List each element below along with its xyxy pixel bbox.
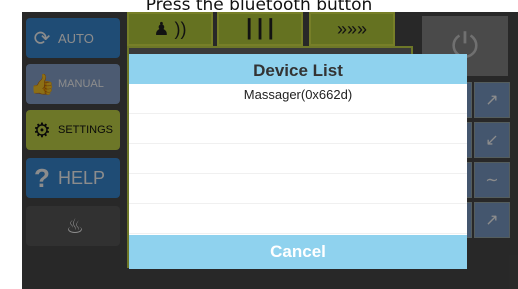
- device-item[interactable]: [129, 114, 467, 144]
- app-background: ⟳ AUTO 👍 MANUAL ⚙ SETTINGS ? HELP ♨ ♟ ))…: [22, 12, 518, 289]
- device-list: Massager(0x662d): [129, 84, 467, 236]
- device-item[interactable]: [129, 174, 467, 204]
- device-item[interactable]: [129, 144, 467, 174]
- device-item[interactable]: Massager(0x662d): [129, 84, 467, 114]
- dialog-title: Device List: [129, 54, 467, 84]
- cancel-button[interactable]: Cancel: [129, 235, 467, 269]
- device-item[interactable]: [129, 204, 467, 234]
- device-list-dialog: Device List Massager(0x662d) Cancel: [129, 54, 467, 269]
